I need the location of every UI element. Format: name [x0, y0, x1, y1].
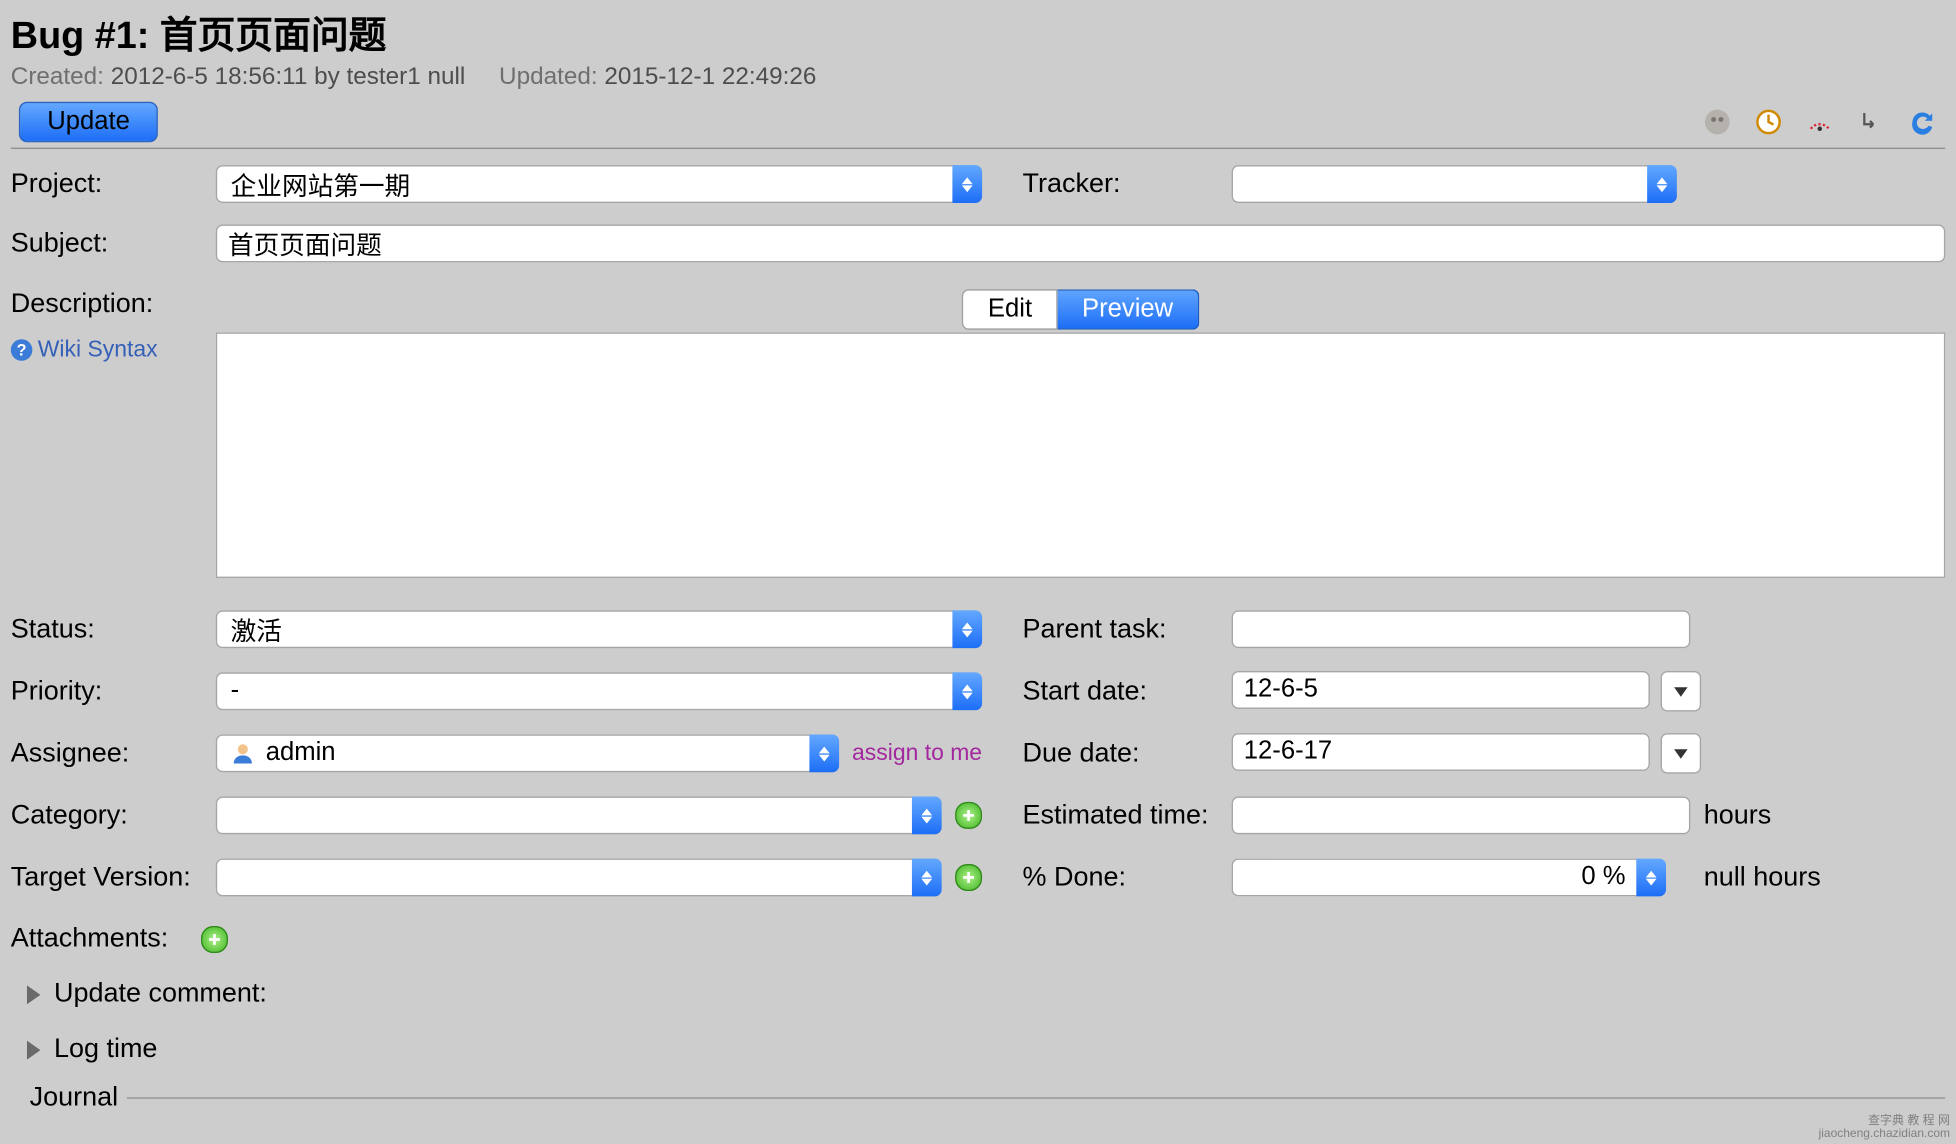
log-time-label: Log time — [54, 1034, 157, 1065]
priority-label: Priority: — [11, 676, 216, 707]
project-select[interactable]: 企业网站第一期 — [216, 165, 982, 203]
journal-label: Journal — [22, 1083, 127, 1114]
status-select[interactable]: 激活 — [216, 610, 982, 648]
chevron-updown-icon — [809, 734, 839, 772]
chevron-updown-icon — [912, 859, 942, 897]
triangle-right-icon — [27, 1040, 40, 1059]
chevron-updown-icon — [1647, 165, 1677, 203]
assignee-label: Assignee: — [11, 738, 216, 769]
parent-task-input[interactable] — [1232, 610, 1691, 648]
assignee-value: admin — [266, 739, 336, 769]
priority-select[interactable]: - — [216, 672, 982, 710]
gauge-icon[interactable] — [1805, 107, 1835, 137]
estimated-time-input[interactable] — [1232, 797, 1691, 835]
project-value: 企业网站第一期 — [217, 166, 952, 202]
add-attachment-button[interactable] — [201, 925, 228, 952]
move-icon[interactable] — [1856, 107, 1886, 137]
priority-value: - — [217, 676, 952, 706]
target-version-label: Target Version: — [11, 862, 216, 893]
attachments-label: Attachments: — [11, 923, 168, 954]
parent-task-label: Parent task: — [1023, 614, 1232, 645]
chevron-updown-icon — [1636, 859, 1666, 897]
tab-edit[interactable]: Edit — [962, 289, 1057, 329]
wiki-syntax-link[interactable]: ? Wiki Syntax — [11, 337, 216, 364]
created-label: Created: — [11, 63, 104, 90]
watermark: 查字典 教 程 网 jiaocheng.chazidian.com — [1819, 1114, 1950, 1140]
tracker-label: Tracker: — [1023, 169, 1232, 200]
hours-suffix: hours — [1704, 800, 1771, 831]
user-icon — [231, 741, 255, 765]
triangle-right-icon — [27, 985, 40, 1004]
chevron-updown-icon — [912, 797, 942, 835]
percent-done-label: % Done: — [1023, 862, 1232, 893]
watch-icon[interactable] — [1702, 107, 1732, 137]
description-tabs: Edit Preview — [216, 289, 1945, 329]
target-version-select[interactable] — [216, 859, 942, 897]
wiki-syntax-text: Wiki Syntax — [38, 337, 158, 364]
log-time-expander[interactable]: Log time — [27, 1034, 1945, 1065]
updated-value: 2015-12-1 22:49:26 — [604, 63, 816, 90]
update-button[interactable]: Update — [19, 102, 158, 142]
tab-preview[interactable]: Preview — [1058, 289, 1199, 329]
assign-to-me-link[interactable]: assign to me — [852, 740, 982, 767]
page-title: Bug #1: 首页页面问题 — [11, 6, 1945, 60]
help-icon: ? — [11, 339, 33, 361]
separator — [11, 148, 1945, 149]
description-label: Description: — [11, 289, 216, 320]
tracker-select[interactable] — [1232, 165, 1677, 203]
null-hours-text: null hours — [1704, 862, 1821, 893]
created-value: 2012-6-5 18:56:11 by tester1 null — [111, 63, 466, 90]
journal-section: Journal — [11, 1097, 1945, 1098]
due-date-picker-button[interactable] — [1661, 733, 1701, 773]
description-preview — [216, 332, 1945, 578]
add-category-button[interactable] — [955, 802, 982, 829]
add-version-button[interactable] — [955, 864, 982, 891]
update-comment-label: Update comment: — [54, 979, 267, 1010]
chevron-updown-icon — [952, 165, 982, 203]
due-date-label: Due date: — [1023, 738, 1232, 769]
start-date-label: Start date: — [1023, 676, 1232, 707]
category-label: Category: — [11, 800, 216, 831]
history-icon[interactable] — [1754, 107, 1784, 137]
assignee-select[interactable]: admin — [216, 734, 839, 772]
start-date-input[interactable] — [1232, 671, 1650, 709]
chevron-updown-icon — [952, 672, 982, 710]
toolbar-icons — [1702, 107, 1945, 137]
refresh-icon[interactable] — [1907, 107, 1937, 137]
update-comment-expander[interactable]: Update comment: — [27, 979, 1945, 1010]
updated-label: Updated: — [499, 63, 598, 90]
due-date-input[interactable] — [1232, 733, 1650, 771]
meta-line: Created: 2012-6-5 18:56:11 by tester1 nu… — [11, 63, 1945, 91]
start-date-picker-button[interactable] — [1661, 671, 1701, 711]
chevron-updown-icon — [952, 610, 982, 648]
status-value: 激活 — [217, 611, 952, 647]
category-select[interactable] — [216, 797, 942, 835]
status-label: Status: — [11, 614, 216, 645]
subject-label: Subject: — [11, 228, 216, 259]
percent-done-select[interactable] — [1232, 859, 1691, 897]
project-label: Project: — [11, 169, 216, 200]
estimated-time-label: Estimated time: — [1023, 800, 1232, 831]
percent-done-value[interactable] — [1232, 859, 1637, 897]
subject-input[interactable] — [216, 225, 1945, 263]
